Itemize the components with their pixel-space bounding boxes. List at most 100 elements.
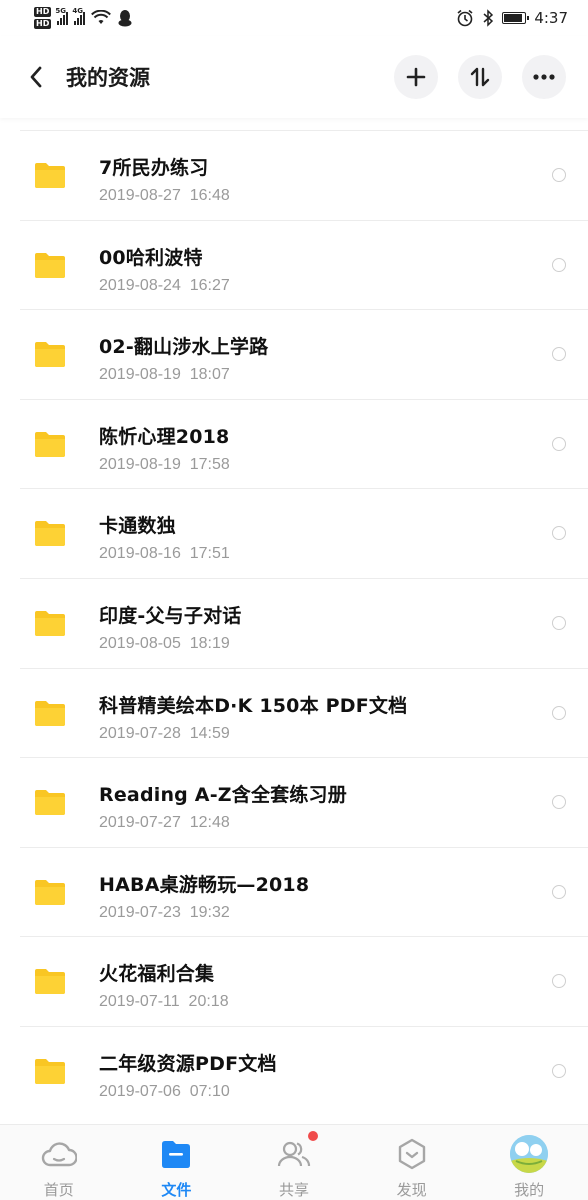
folder-icon bbox=[35, 969, 65, 995]
select-radio[interactable] bbox=[552, 615, 566, 630]
file-name: 科普精美绘本D·K 150本 PDF文档 bbox=[99, 694, 408, 717]
file-info: 二年级资源PDF文档 2019-07-06 07:10 bbox=[99, 1049, 277, 1101]
nav-home[interactable]: 首页 bbox=[0, 1125, 118, 1200]
select-radio[interactable] bbox=[552, 257, 566, 272]
list-item[interactable]: 二年级资源PDF文档 2019-07-06 07:10 bbox=[20, 1025, 588, 1116]
folder-icon bbox=[35, 1058, 65, 1084]
file-name: 卡通数独 bbox=[99, 515, 176, 538]
folder-icon bbox=[35, 610, 65, 636]
file-name: 印度-父与子对话 bbox=[99, 604, 242, 627]
signal-icon-1: 5G bbox=[55, 7, 69, 25]
battery-icon bbox=[502, 12, 530, 24]
folder-icon bbox=[35, 163, 65, 188]
file-date: 2019-08-05 18:19 bbox=[99, 634, 230, 652]
file-name: 7所民办练习 bbox=[99, 157, 209, 179]
folder-icon bbox=[35, 700, 65, 726]
file-date: 2019-08-24 16:27 bbox=[99, 276, 230, 294]
nav-files[interactable]: 文件 bbox=[118, 1125, 236, 1200]
back-arrow-icon bbox=[30, 66, 42, 88]
bluetooth-icon bbox=[483, 9, 494, 27]
file-date: 2019-08-19 17:58 bbox=[99, 455, 230, 473]
list-item[interactable]: 00哈利波特 2019-08-24 16:27 bbox=[20, 219, 588, 310]
list-item[interactable]: 02-翻山涉水上学路 2019-08-19 18:07 bbox=[20, 309, 588, 399]
file-info: 00哈利波特 2019-08-24 16:27 bbox=[99, 243, 230, 295]
nav-discover[interactable]: 发现 bbox=[353, 1125, 471, 1200]
nav-label-share: 共享 bbox=[278, 1181, 309, 1199]
folder-icon bbox=[35, 790, 65, 816]
file-name: 02-翻山涉水上学路 bbox=[99, 336, 269, 359]
file-info: 卡通数独 2019-08-16 17:51 bbox=[99, 511, 230, 563]
add-button[interactable] bbox=[394, 55, 438, 99]
file-info: 科普精美绘本D·K 150本 PDF文档 2019-07-28 14:59 bbox=[99, 691, 407, 743]
file-info: Reading A-Z含全套练习册 2019-07-27 12:48 bbox=[99, 780, 347, 832]
plus-icon bbox=[406, 67, 426, 87]
file-date: 2019-07-28 14:59 bbox=[99, 724, 230, 742]
file-info: 02-翻山涉水上学路 2019-08-19 18:07 bbox=[99, 332, 268, 384]
discover-icon bbox=[398, 1138, 425, 1170]
folder-icon bbox=[162, 1141, 191, 1168]
file-info: 印度-父与子对话 2019-08-05 18:19 bbox=[99, 601, 242, 653]
list-item[interactable]: 火花福利合集 2019-07-11 20:18 bbox=[20, 936, 588, 1026]
list-item[interactable]: Reading A-Z含全套练习册 2019-07-27 12:48 bbox=[20, 757, 588, 847]
file-info: 7所民办练习 2019-08-27 16:48 bbox=[99, 153, 230, 205]
bottom-nav: 首页 文件 共享 发现 我的 bbox=[0, 1124, 588, 1200]
file-name: 二年级资源PDF文档 bbox=[99, 1052, 277, 1075]
folder-icon bbox=[35, 252, 65, 278]
people-icon bbox=[277, 1141, 311, 1167]
nav-me[interactable]: 我的 bbox=[470, 1125, 588, 1200]
nav-label-files: 文件 bbox=[161, 1181, 192, 1199]
file-name: 火花福利合集 bbox=[99, 963, 215, 986]
nav-label-discover: 发现 bbox=[396, 1181, 427, 1199]
file-date: 2019-07-06 07:10 bbox=[99, 1082, 230, 1100]
back-button[interactable] bbox=[22, 63, 50, 91]
select-radio[interactable] bbox=[552, 795, 566, 810]
qq-icon bbox=[118, 10, 132, 27]
list-item[interactable]: 卡通数独 2019-08-16 17:51 bbox=[20, 488, 588, 578]
top-app-bar: 我的资源 bbox=[0, 36, 588, 118]
clock: 4:37 bbox=[534, 9, 568, 27]
folder-icon bbox=[35, 342, 65, 368]
wifi-icon bbox=[91, 10, 112, 24]
nav-label-me: 我的 bbox=[514, 1181, 545, 1199]
hd-indicator: HD HD bbox=[34, 6, 52, 30]
signal-icon-2: 4G bbox=[72, 7, 86, 25]
notification-badge bbox=[308, 1131, 319, 1141]
select-radio[interactable] bbox=[552, 436, 566, 451]
list-item[interactable]: 科普精美绘本D·K 150本 PDF文档 2019-07-28 14:59 bbox=[20, 667, 588, 758]
page-title: 我的资源 bbox=[66, 66, 150, 90]
file-name: Reading A-Z含全套练习册 bbox=[99, 784, 347, 807]
select-radio[interactable] bbox=[552, 526, 566, 541]
alarm-icon bbox=[457, 9, 473, 27]
select-radio[interactable] bbox=[552, 705, 566, 720]
file-name: HABA桌游畅玩—2018 bbox=[99, 873, 310, 896]
sort-button[interactable] bbox=[458, 55, 502, 99]
folder-icon bbox=[35, 879, 65, 905]
more-icon bbox=[533, 74, 555, 80]
list-item[interactable]: 7所民办练习 2019-08-27 16:48 bbox=[20, 130, 588, 220]
list-item[interactable]: HABA桌游畅玩—2018 2019-07-23 19:32 bbox=[20, 846, 588, 937]
select-radio[interactable] bbox=[552, 884, 566, 899]
select-radio[interactable] bbox=[552, 347, 566, 362]
more-button[interactable] bbox=[522, 55, 566, 99]
status-right: 4:37 bbox=[456, 9, 568, 27]
select-radio[interactable] bbox=[552, 974, 566, 989]
list-item[interactable]: 印度-父与子对话 2019-08-05 18:19 bbox=[20, 577, 588, 668]
status-bar: HD HD 5G 4G 4:37 bbox=[0, 0, 588, 36]
network-type-2: 4G bbox=[72, 7, 83, 15]
cloud-home-icon bbox=[41, 1142, 77, 1167]
file-date: 2019-08-19 18:07 bbox=[99, 366, 230, 384]
list-item[interactable]: 陈忻心理2018 2019-08-19 17:58 bbox=[20, 398, 588, 489]
select-radio[interactable] bbox=[552, 168, 566, 182]
file-list: 7所民办练习 2019-08-27 16:48 00哈利波特 2019-08-2… bbox=[0, 130, 588, 1116]
status-left: HD HD 5G 4G bbox=[34, 6, 133, 30]
file-date: 2019-08-27 16:48 bbox=[99, 187, 230, 204]
file-date: 2019-07-11 20:18 bbox=[99, 993, 229, 1011]
file-date: 2019-08-16 17:51 bbox=[99, 545, 230, 563]
nav-share[interactable]: 共享 bbox=[235, 1125, 353, 1200]
file-name: 00哈利波特 bbox=[99, 246, 203, 269]
hd-label-2: HD bbox=[34, 19, 52, 29]
file-info: 陈忻心理2018 2019-08-19 17:58 bbox=[99, 422, 230, 474]
file-name: 陈忻心理2018 bbox=[99, 425, 230, 448]
select-radio[interactable] bbox=[552, 1063, 566, 1078]
nav-label-home: 首页 bbox=[43, 1181, 74, 1199]
